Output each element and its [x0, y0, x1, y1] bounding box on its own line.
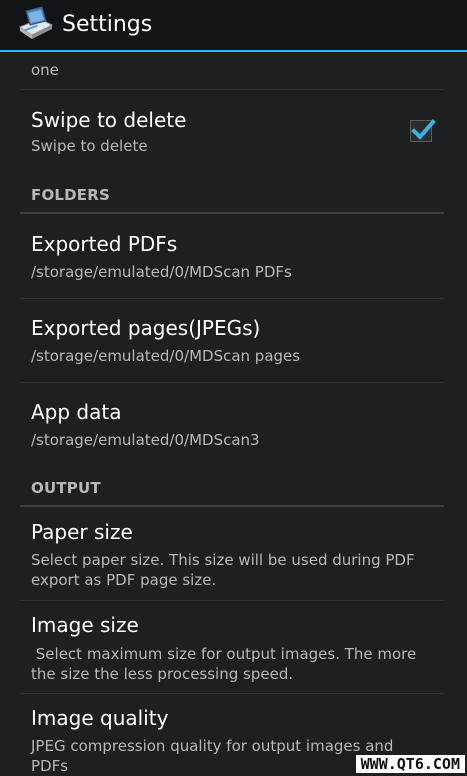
page-title: Settings	[62, 12, 153, 37]
swipe-to-delete-checkbox[interactable]	[410, 119, 436, 142]
partial-item-summary-tail: one	[31, 61, 59, 79]
pref-summary: Swipe to delete	[31, 137, 148, 155]
settings-list[interactable]: one Swipe to delete Swipe to delete FOLD…	[0, 52, 467, 776]
pref-title: Paper size	[31, 520, 133, 544]
pref-title: App data	[31, 400, 122, 424]
watermark: WWW.QT6.COM	[355, 755, 465, 773]
pref-summary: Select paper size. This size will be use…	[31, 551, 415, 589]
category-header-output: OUTPUT	[31, 479, 101, 497]
pref-exported-pages[interactable]: Exported pages(JPEGs) /storage/emulated/…	[20, 299, 444, 382]
pref-title: Image size	[31, 613, 139, 637]
pref-app-data[interactable]: App data /storage/emulated/0/MDScan3	[20, 383, 444, 467]
pref-title: Swipe to delete	[31, 108, 187, 132]
pref-summary: /storage/emulated/0/MDScan3	[31, 431, 260, 449]
pref-paper-size[interactable]: Paper size Select paper size. This size …	[20, 507, 444, 600]
pref-summary: /storage/emulated/0/MDScan pages	[31, 347, 301, 365]
pref-title: Image quality	[31, 706, 169, 730]
checkmark-icon	[411, 119, 436, 140]
pref-summary: Select maximum size for output images. T…	[31, 645, 422, 683]
pref-summary: /storage/emulated/0/MDScan PDFs	[31, 263, 292, 281]
pref-image-size[interactable]: Image size Select maximum size for outpu…	[20, 601, 444, 693]
pref-swipe-to-delete[interactable]: Swipe to delete Swipe to delete	[20, 90, 444, 162]
action-bar: Settings	[0, 0, 467, 52]
category-header-folders: FOLDERS	[31, 186, 111, 204]
pref-title: Exported PDFs	[31, 232, 178, 256]
pref-title: Exported pages(JPEGs)	[31, 316, 261, 340]
scanner-app-icon[interactable]	[16, 5, 56, 45]
pref-exported-pdfs[interactable]: Exported PDFs /storage/emulated/0/MDScan…	[20, 214, 444, 298]
